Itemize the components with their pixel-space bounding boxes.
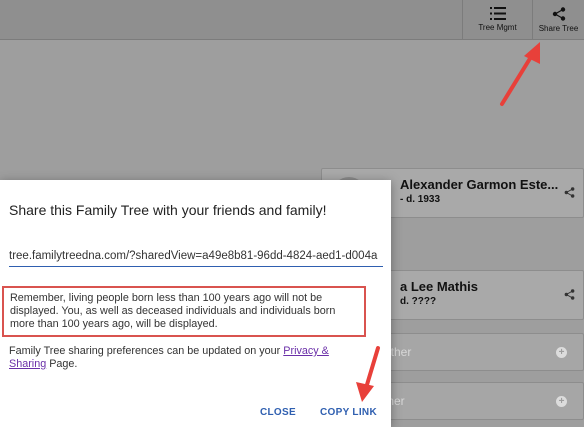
person-dates: - d. 1933	[400, 194, 441, 205]
share-icon[interactable]	[564, 289, 575, 300]
close-button[interactable]: CLOSE	[260, 407, 296, 418]
arrow-to-share-tree	[500, 42, 540, 106]
share-tree-button[interactable]: Share Tree	[532, 0, 584, 40]
tree-mgmt-label: Tree Mgmt	[478, 23, 517, 32]
tree-mgmt-button[interactable]: Tree Mgmt	[462, 0, 532, 40]
share-dialog: Share this Family Tree with your friends…	[0, 180, 391, 427]
prefs-text-after: Page.	[46, 358, 78, 370]
sharing-preferences-text: Family Tree sharing preferences can be u…	[9, 345, 369, 371]
person-name: Alexander Garmon Este...	[400, 177, 559, 192]
share-tree-label: Share Tree	[538, 24, 579, 33]
plus-icon: +	[556, 347, 567, 358]
share-link-input[interactable]	[9, 245, 383, 267]
copy-link-button[interactable]: COPY LINK	[320, 407, 377, 418]
person-name: a Lee Mathis	[400, 279, 479, 294]
list-icon	[489, 7, 506, 20]
prefs-text-before: Family Tree sharing preferences can be u…	[9, 345, 284, 357]
person-dates: d. ????	[400, 296, 437, 307]
share-icon[interactable]	[564, 187, 575, 198]
dialog-title: Share this Family Tree with your friends…	[9, 202, 327, 218]
share-icon	[552, 7, 565, 21]
plus-icon: +	[556, 396, 567, 407]
top-toolbar: Tree Mgmt Share Tree	[0, 0, 584, 40]
privacy-notice: Remember, living people born less than 1…	[2, 286, 366, 337]
